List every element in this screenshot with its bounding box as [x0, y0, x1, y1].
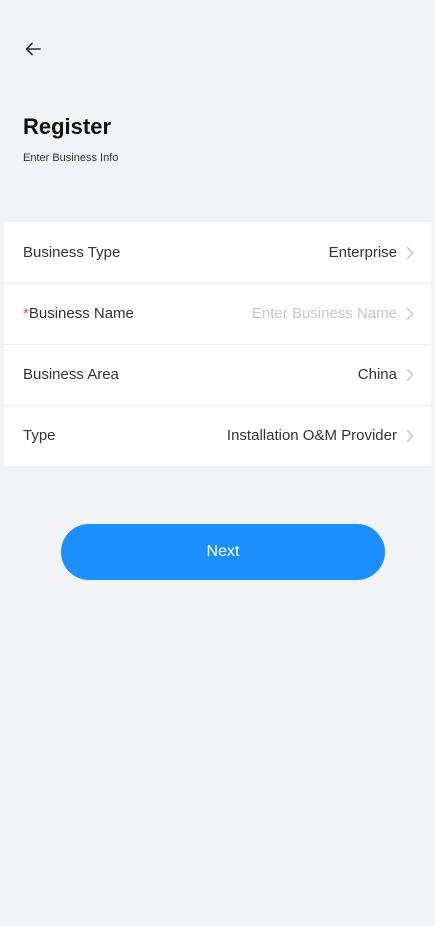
business-name-row[interactable]: *Business Name Enter Business Name [4, 283, 431, 344]
register-screen: Register Enter Business Info Business Ty… [4, 4, 431, 922]
business-info-form: Business Type Enterprise *Business Name … [4, 222, 431, 466]
business-type-value: Enterprise [328, 244, 397, 261]
chevron-right-icon [406, 368, 414, 381]
chevron-right-icon [406, 246, 414, 259]
page-title: Register [23, 114, 112, 139]
business-area-value: China [357, 366, 397, 383]
business-name-label: *Business Name [23, 305, 134, 322]
business-name-label-text: Business Name [28, 305, 134, 322]
chevron-right-icon [406, 429, 414, 442]
business-type-row[interactable]: Business Type Enterprise [4, 222, 431, 283]
type-row[interactable]: Type Installation O&M Provider [4, 405, 431, 466]
business-type-label: Business Type [23, 244, 121, 261]
type-selector[interactable]: Installation O&M Provider [227, 427, 414, 444]
business-area-label: Business Area [23, 366, 119, 383]
business-name-input[interactable]: Enter Business Name [252, 305, 397, 322]
back-button[interactable] [20, 36, 46, 62]
page-subtitle: Enter Business Info [23, 152, 119, 164]
type-value: Installation O&M Provider [226, 427, 397, 444]
next-button[interactable]: Next [61, 524, 385, 580]
business-area-row[interactable]: Business Area China [4, 344, 431, 405]
chevron-right-icon [406, 307, 414, 320]
type-label: Type [23, 427, 56, 444]
business-area-selector[interactable]: China [358, 366, 414, 383]
arrow-left-icon [25, 42, 41, 56]
business-type-selector[interactable]: Enterprise [329, 244, 414, 261]
business-name-field[interactable]: Enter Business Name [252, 305, 414, 322]
